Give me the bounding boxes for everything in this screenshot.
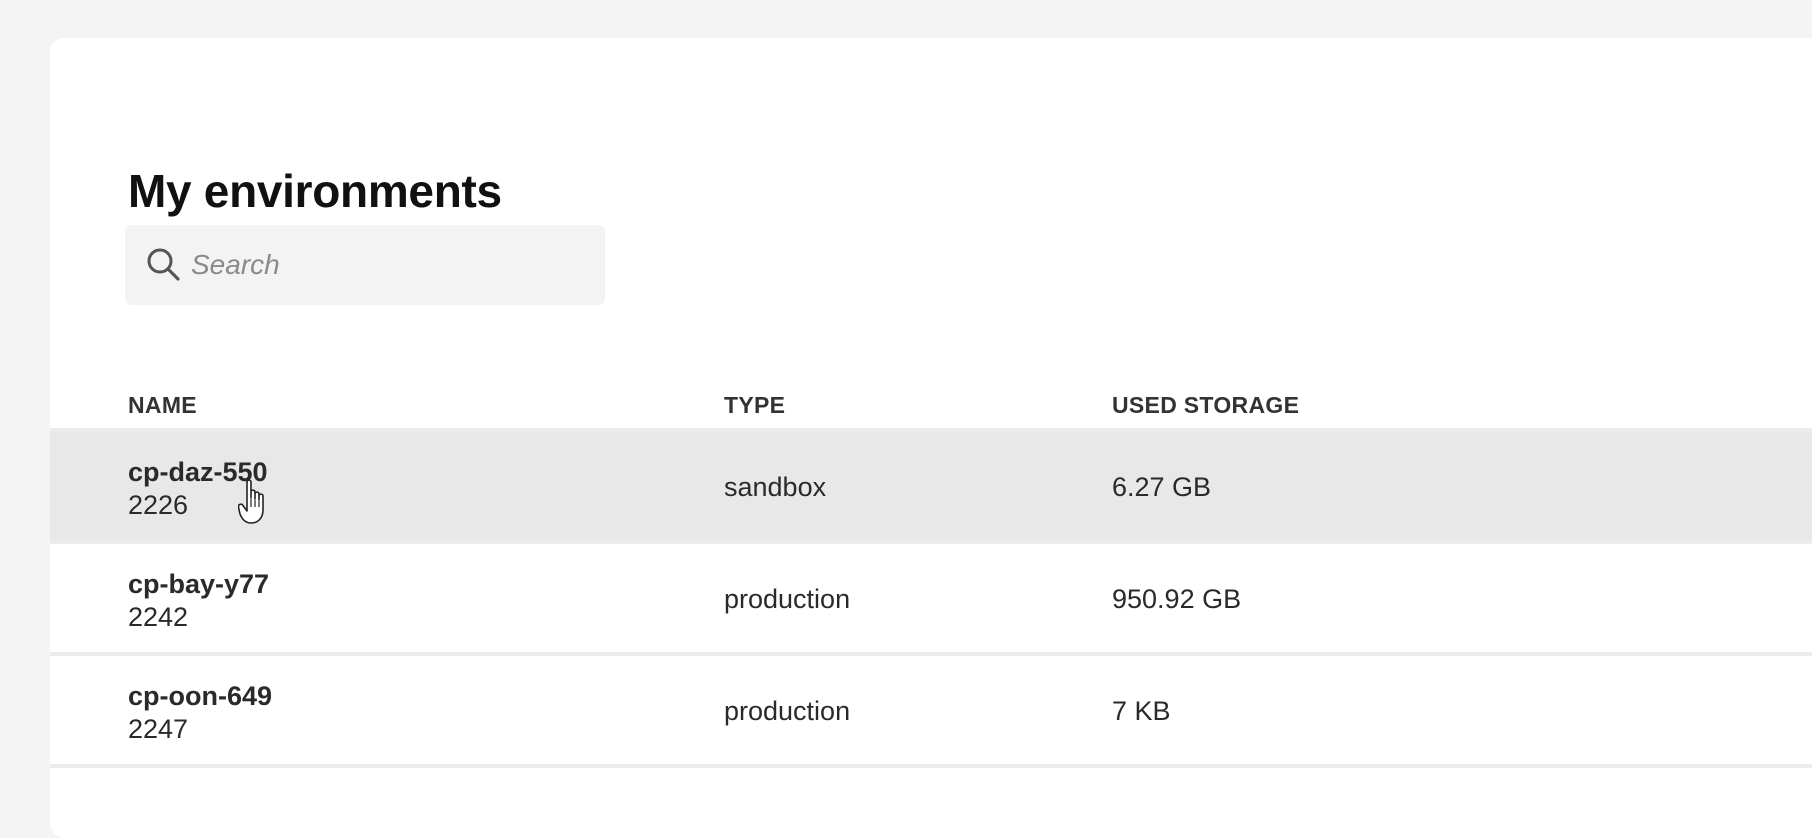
name-cell: cp-bay-y77 2242 [128,568,269,634]
environment-name[interactable]: cp-oon-649 [128,680,272,713]
search-input[interactable] [191,225,591,305]
search-box[interactable] [125,225,605,305]
name-cell: cp-daz-550 2226 [128,456,268,522]
search-icon [147,248,180,281]
table-row[interactable]: cp-daz-550 2226 sandbox 6.27 GB [50,432,1812,540]
environment-id: 2226 [128,490,189,520]
used-storage: 6.27 GB [1112,472,1212,502]
table-row[interactable]: cp-oon-649 2247 production 7 KB [50,656,1812,764]
environment-id: 2247 [128,714,189,744]
name-cell: cp-oon-649 2247 [128,680,272,746]
environment-name[interactable]: cp-bay-y77 [128,568,269,601]
environment-name[interactable]: cp-daz-550 [128,456,268,489]
used-storage: 7 KB [1112,696,1171,726]
environment-id: 2242 [128,602,189,632]
table-row[interactable]: cp-bay-y77 2242 production 950.92 GB [50,544,1812,652]
environments-card: My environments NAME TYPE USED STORAGE c… [50,38,1812,838]
row-divider [50,764,1812,768]
column-header-used-storage[interactable]: USED STORAGE [1112,392,1299,419]
column-header-type[interactable]: TYPE [724,392,785,419]
page-title: My environments [128,165,502,217]
column-header-name[interactable]: NAME [128,392,197,419]
environment-type: production [724,696,851,726]
environment-type: sandbox [724,472,827,502]
environment-type: production [724,584,851,614]
used-storage: 950.92 GB [1112,584,1242,614]
